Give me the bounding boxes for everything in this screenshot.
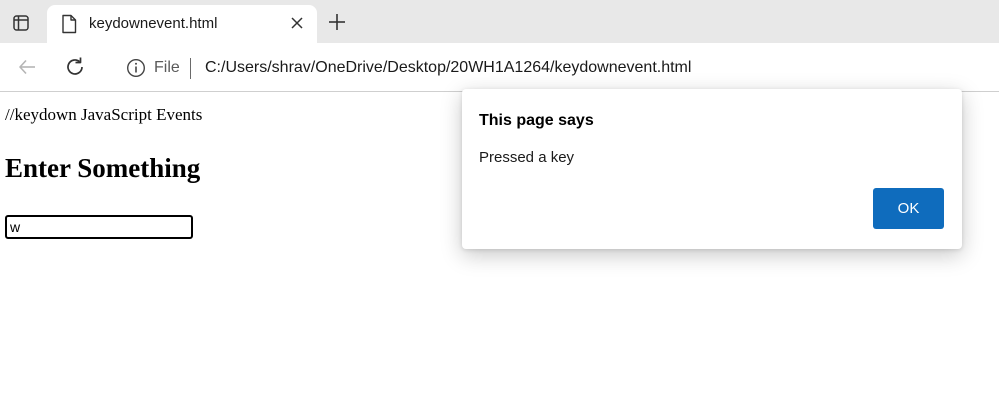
- page-icon: [61, 14, 77, 34]
- address-bar[interactable]: File C:/Users/shrav/OneDrive/Desktop/20W…: [108, 48, 999, 88]
- browser-toolbar: File C:/Users/shrav/OneDrive/Desktop/20W…: [0, 43, 999, 92]
- tab-strip: keydownevent.html: [0, 0, 999, 43]
- refresh-icon[interactable]: [62, 54, 88, 80]
- dialog-title: This page says: [479, 112, 594, 129]
- comment-text: //keydown JavaScript Events: [5, 105, 203, 124]
- url-text[interactable]: C:/Users/shrav/OneDrive/Desktop/20WH1A12…: [205, 59, 691, 77]
- tab-title: keydownevent.html: [89, 15, 218, 32]
- address-divider: [190, 58, 191, 79]
- close-icon[interactable]: [287, 13, 307, 33]
- text-input[interactable]: [5, 215, 193, 239]
- plus-icon[interactable]: [324, 9, 350, 35]
- back-arrow-icon[interactable]: [14, 54, 40, 80]
- tab-actions-icon[interactable]: [6, 8, 36, 38]
- scheme-label: File: [154, 59, 180, 76]
- dialog-message: Pressed a key: [479, 149, 575, 166]
- page-heading: Enter Something: [5, 153, 201, 183]
- info-icon[interactable]: [126, 58, 146, 78]
- tab-keydownevent[interactable]: keydownevent.html: [47, 5, 317, 43]
- alert-dialog: This page says Pressed a key OK: [462, 89, 962, 249]
- ok-button[interactable]: OK: [873, 188, 944, 229]
